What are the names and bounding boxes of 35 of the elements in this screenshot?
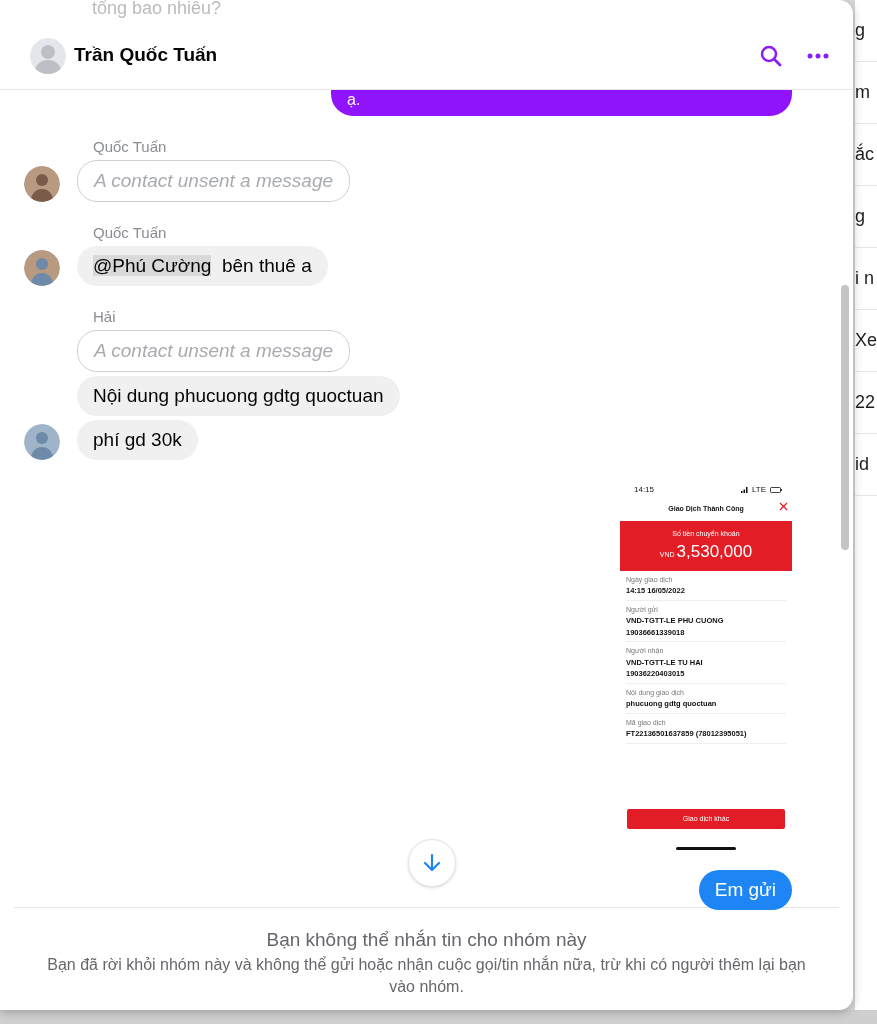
chat-title: Trần Quốc Tuấn [74,43,218,68]
signal-icon [740,487,748,493]
background-text: id [855,434,877,496]
network-label: LTE [751,484,766,496]
background-text: ắc [855,124,877,186]
scroll-down-button[interactable] [408,838,456,887]
home-indicator [676,847,736,850]
notice-title: Bạn không thể nhắn tin cho nhóm này [266,928,587,950]
message-bubble: phí gd 30k [77,420,198,460]
avatar-icon [30,37,66,74]
message-bubble: @Phú Cường bên thuê a [77,246,328,286]
message-bubble: ạ. [331,90,792,116]
unsent-notice: A contact unsent a message [77,330,351,372]
battery-icon [770,487,782,493]
message-bubble: Nội dung phucuong gdtg quoctuan [77,376,400,416]
background-text: Xe [855,310,877,372]
sender-name: Hải [92,308,117,326]
down-arrow-icon[interactable] [421,851,443,874]
sender-name: Quốc Tuấn [92,224,168,242]
background-text: i n [855,248,877,310]
scrollbar[interactable] [841,285,849,550]
more-icon[interactable] [807,52,829,59]
unsent-notice: A contact unsent a message [77,160,351,202]
sender-name: Quốc Tuấn [92,138,168,156]
search-icon[interactable] [759,43,783,68]
background-text: tổng bao nhiêu? [92,0,222,18]
notice-text: Bạn đã rời khỏi nhóm này và không thể gửi hoặc nhận cuộc gọi/tin nhắn nữa, trừ khi có người thêm lại bạn vào nhóm. [46,954,807,997]
background-text: m [855,62,877,124]
amount-value: 3,530,000 [676,542,753,561]
message-bubble: Em gửi [698,870,792,910]
background-text: g [855,186,877,248]
close-icon[interactable] [779,502,788,511]
status-time: 14:15 [634,484,655,496]
background-text: 22 [855,372,877,434]
background-text: g [855,0,877,62]
